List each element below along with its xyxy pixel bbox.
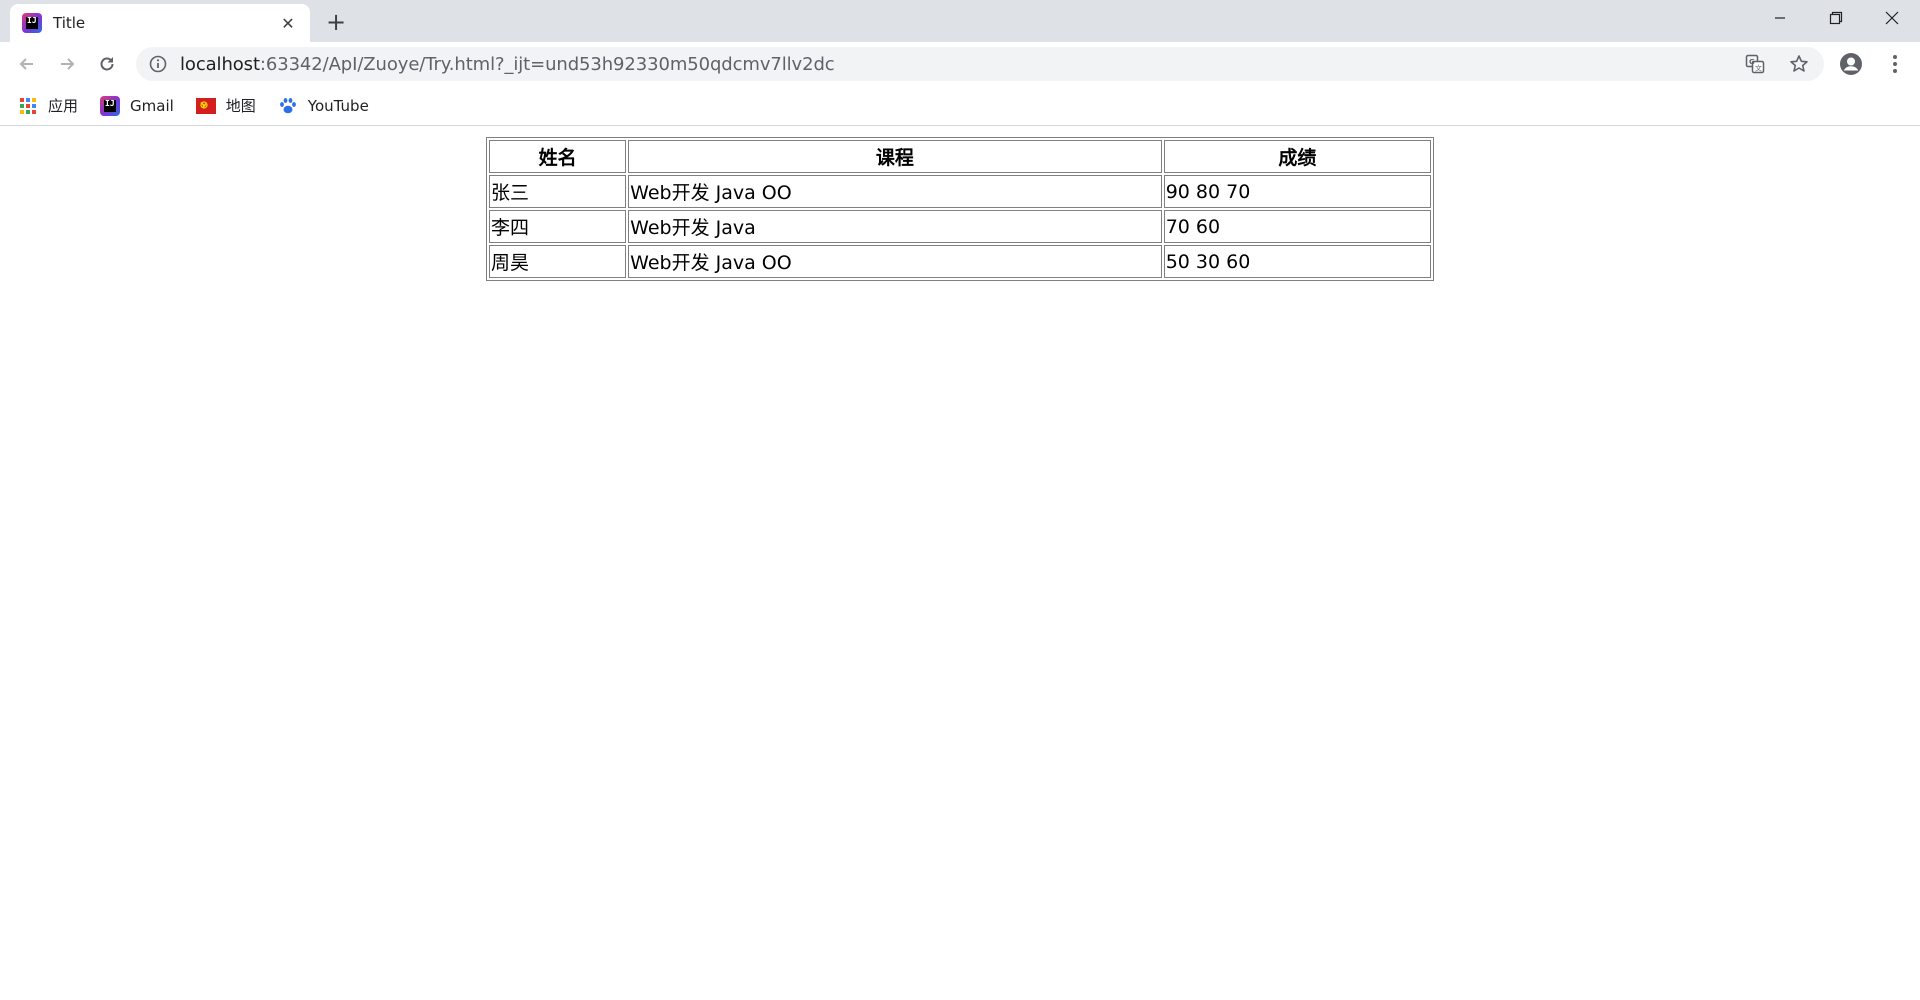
header-score: 成绩	[1163, 140, 1431, 173]
profile-avatar-icon[interactable]	[1836, 49, 1866, 79]
browser-toolbar: localhost:63342/ApI/Zuoye/Try.html?_ijt=…	[0, 42, 1920, 86]
new-tab-button[interactable]: +	[322, 8, 350, 36]
intellij-icon: IJ	[100, 95, 121, 116]
table-header-row: 姓名 课程 成绩	[489, 140, 1431, 173]
bookmark-apps[interactable]: 应用	[18, 92, 78, 120]
cell-score: 90 80 70	[1163, 175, 1431, 208]
bookmark-label: 地图	[225, 97, 256, 115]
cell-course: Web开发 Java	[628, 210, 1162, 243]
info-icon[interactable]	[148, 54, 168, 74]
address-bar[interactable]: localhost:63342/ApI/Zuoye/Try.html?_ijt=…	[136, 47, 1824, 81]
cell-score: 50 30 60	[1163, 245, 1431, 278]
omnibox-actions: G文	[1744, 53, 1810, 75]
back-icon[interactable]	[10, 47, 44, 81]
page-content: 姓名 课程 成绩 张三 Web开发 Java OO 90 80 70 李四 We…	[0, 126, 1920, 999]
intellij-icon: IJ	[22, 13, 42, 33]
tab-title: Title	[53, 14, 86, 32]
header-course: 课程	[628, 140, 1162, 173]
apps-grid-icon	[18, 96, 38, 116]
bookmark-label: 应用	[48, 97, 79, 115]
cell-course: Web开发 Java OO	[628, 175, 1162, 208]
bookmarks-bar: 应用 IJ Gmail 地图 YouTube	[0, 86, 1920, 126]
toolbar-right	[1836, 47, 1910, 81]
menu-kebab-icon[interactable]	[1880, 49, 1910, 79]
close-window-icon[interactable]	[1864, 0, 1920, 36]
url-path: :63342/ApI/Zuoye/Try.html?_ijt=und53h923…	[259, 53, 835, 75]
forward-icon[interactable]	[50, 47, 84, 81]
paw-icon	[278, 96, 298, 116]
table-row: 周昊 Web开发 Java OO 50 30 60	[489, 245, 1431, 278]
flag-icon	[195, 96, 216, 116]
window-controls	[1752, 0, 1920, 36]
bookmark-label: Gmail	[130, 96, 174, 115]
restore-icon[interactable]	[1808, 0, 1864, 36]
close-tab-icon[interactable]: ✕	[278, 13, 298, 33]
header-name: 姓名	[489, 140, 627, 173]
cell-course: Web开发 Java OO	[628, 245, 1162, 278]
reload-icon[interactable]	[90, 47, 124, 81]
bookmark-label: YouTube	[307, 96, 369, 115]
cell-name: 李四	[489, 210, 627, 243]
bookmark-gmail[interactable]: IJ Gmail	[100, 92, 174, 120]
bookmark-star-icon[interactable]	[1788, 53, 1810, 75]
tab-strip: IJ Title ✕ +	[0, 0, 1920, 42]
svg-text:文: 文	[1755, 64, 1762, 73]
cell-score: 70 60	[1163, 210, 1431, 243]
cell-name: 周昊	[489, 245, 627, 278]
grades-table: 姓名 课程 成绩 张三 Web开发 Java OO 90 80 70 李四 We…	[486, 137, 1434, 281]
table-row: 张三 Web开发 Java OO 90 80 70	[489, 175, 1431, 208]
url-text[interactable]: localhost:63342/ApI/Zuoye/Try.html?_ijt=…	[180, 54, 1744, 75]
browser-tab[interactable]: IJ Title ✕	[10, 4, 310, 42]
bookmark-youtube[interactable]: YouTube	[278, 92, 369, 120]
url-host: localhost	[180, 53, 260, 75]
table-row: 李四 Web开发 Java 70 60	[489, 210, 1431, 243]
translate-icon[interactable]: G文	[1744, 53, 1766, 75]
cell-name: 张三	[489, 175, 627, 208]
minimize-icon[interactable]	[1752, 0, 1808, 36]
bookmark-map[interactable]: 地图	[195, 92, 256, 120]
